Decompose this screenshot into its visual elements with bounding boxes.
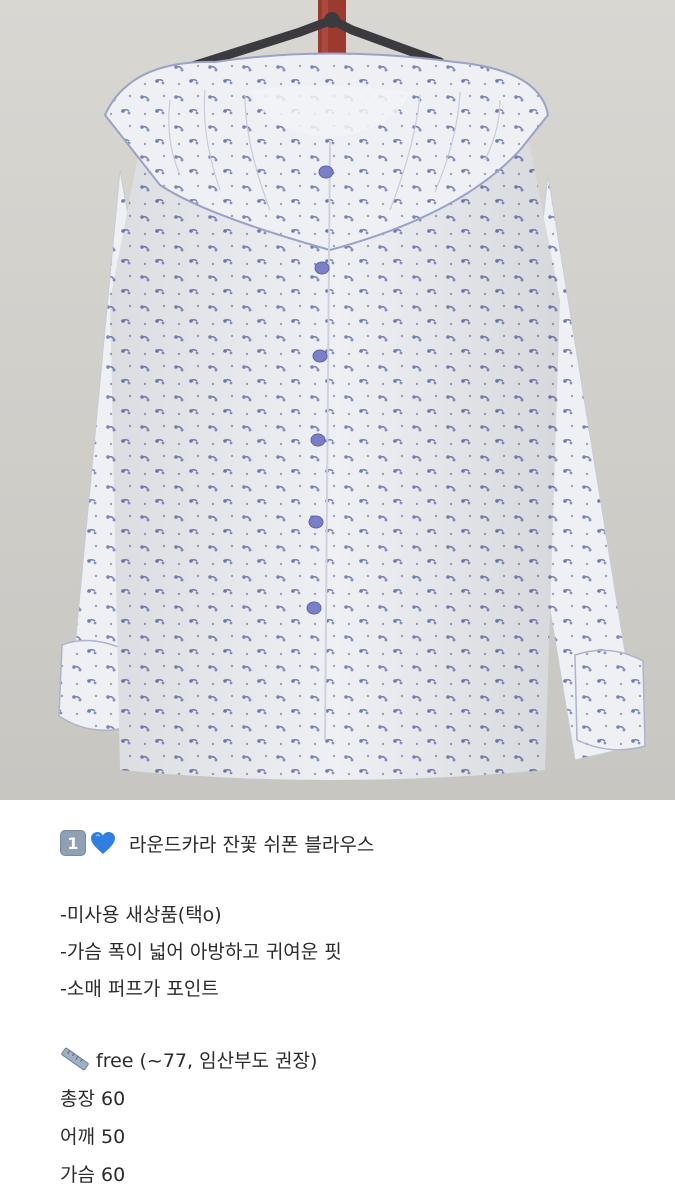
feature-line: -가슴 폭이 넓어 아방하고 귀여운 핏 <box>60 941 342 963</box>
feature-line: -소매 퍼프가 포인트 <box>60 978 219 1000</box>
measurement-line: 총장 60 <box>60 1088 126 1110</box>
measurement-line: 어깨 50 <box>60 1126 126 1148</box>
feature-line: -미사용 새상품(택o) <box>60 904 222 926</box>
product-photo <box>0 0 675 800</box>
size-text: free (~77, 임산부도 권장) <box>96 1050 318 1072</box>
blue-heart-icon <box>91 832 115 854</box>
blouse-photo-illustration <box>58 0 646 780</box>
ruler-icon <box>61 1047 89 1071</box>
size-line: free (~77, 임산부도 권장) <box>60 1046 317 1076</box>
listing-title: 라운드카라 잔꽃 쉬폰 블라우스 <box>129 833 375 856</box>
listing-title-row: 1 라운드카라 잔꽃 쉬폰 블라우스 <box>60 826 374 860</box>
keycap-number-badge: 1 <box>60 830 86 856</box>
measurement-line: 가슴 60 <box>60 1164 126 1186</box>
listing-caption: 1 라운드카라 잔꽃 쉬폰 블라우스 -미사용 새상품(택o) -가슴 폭이 넓… <box>0 800 675 1200</box>
